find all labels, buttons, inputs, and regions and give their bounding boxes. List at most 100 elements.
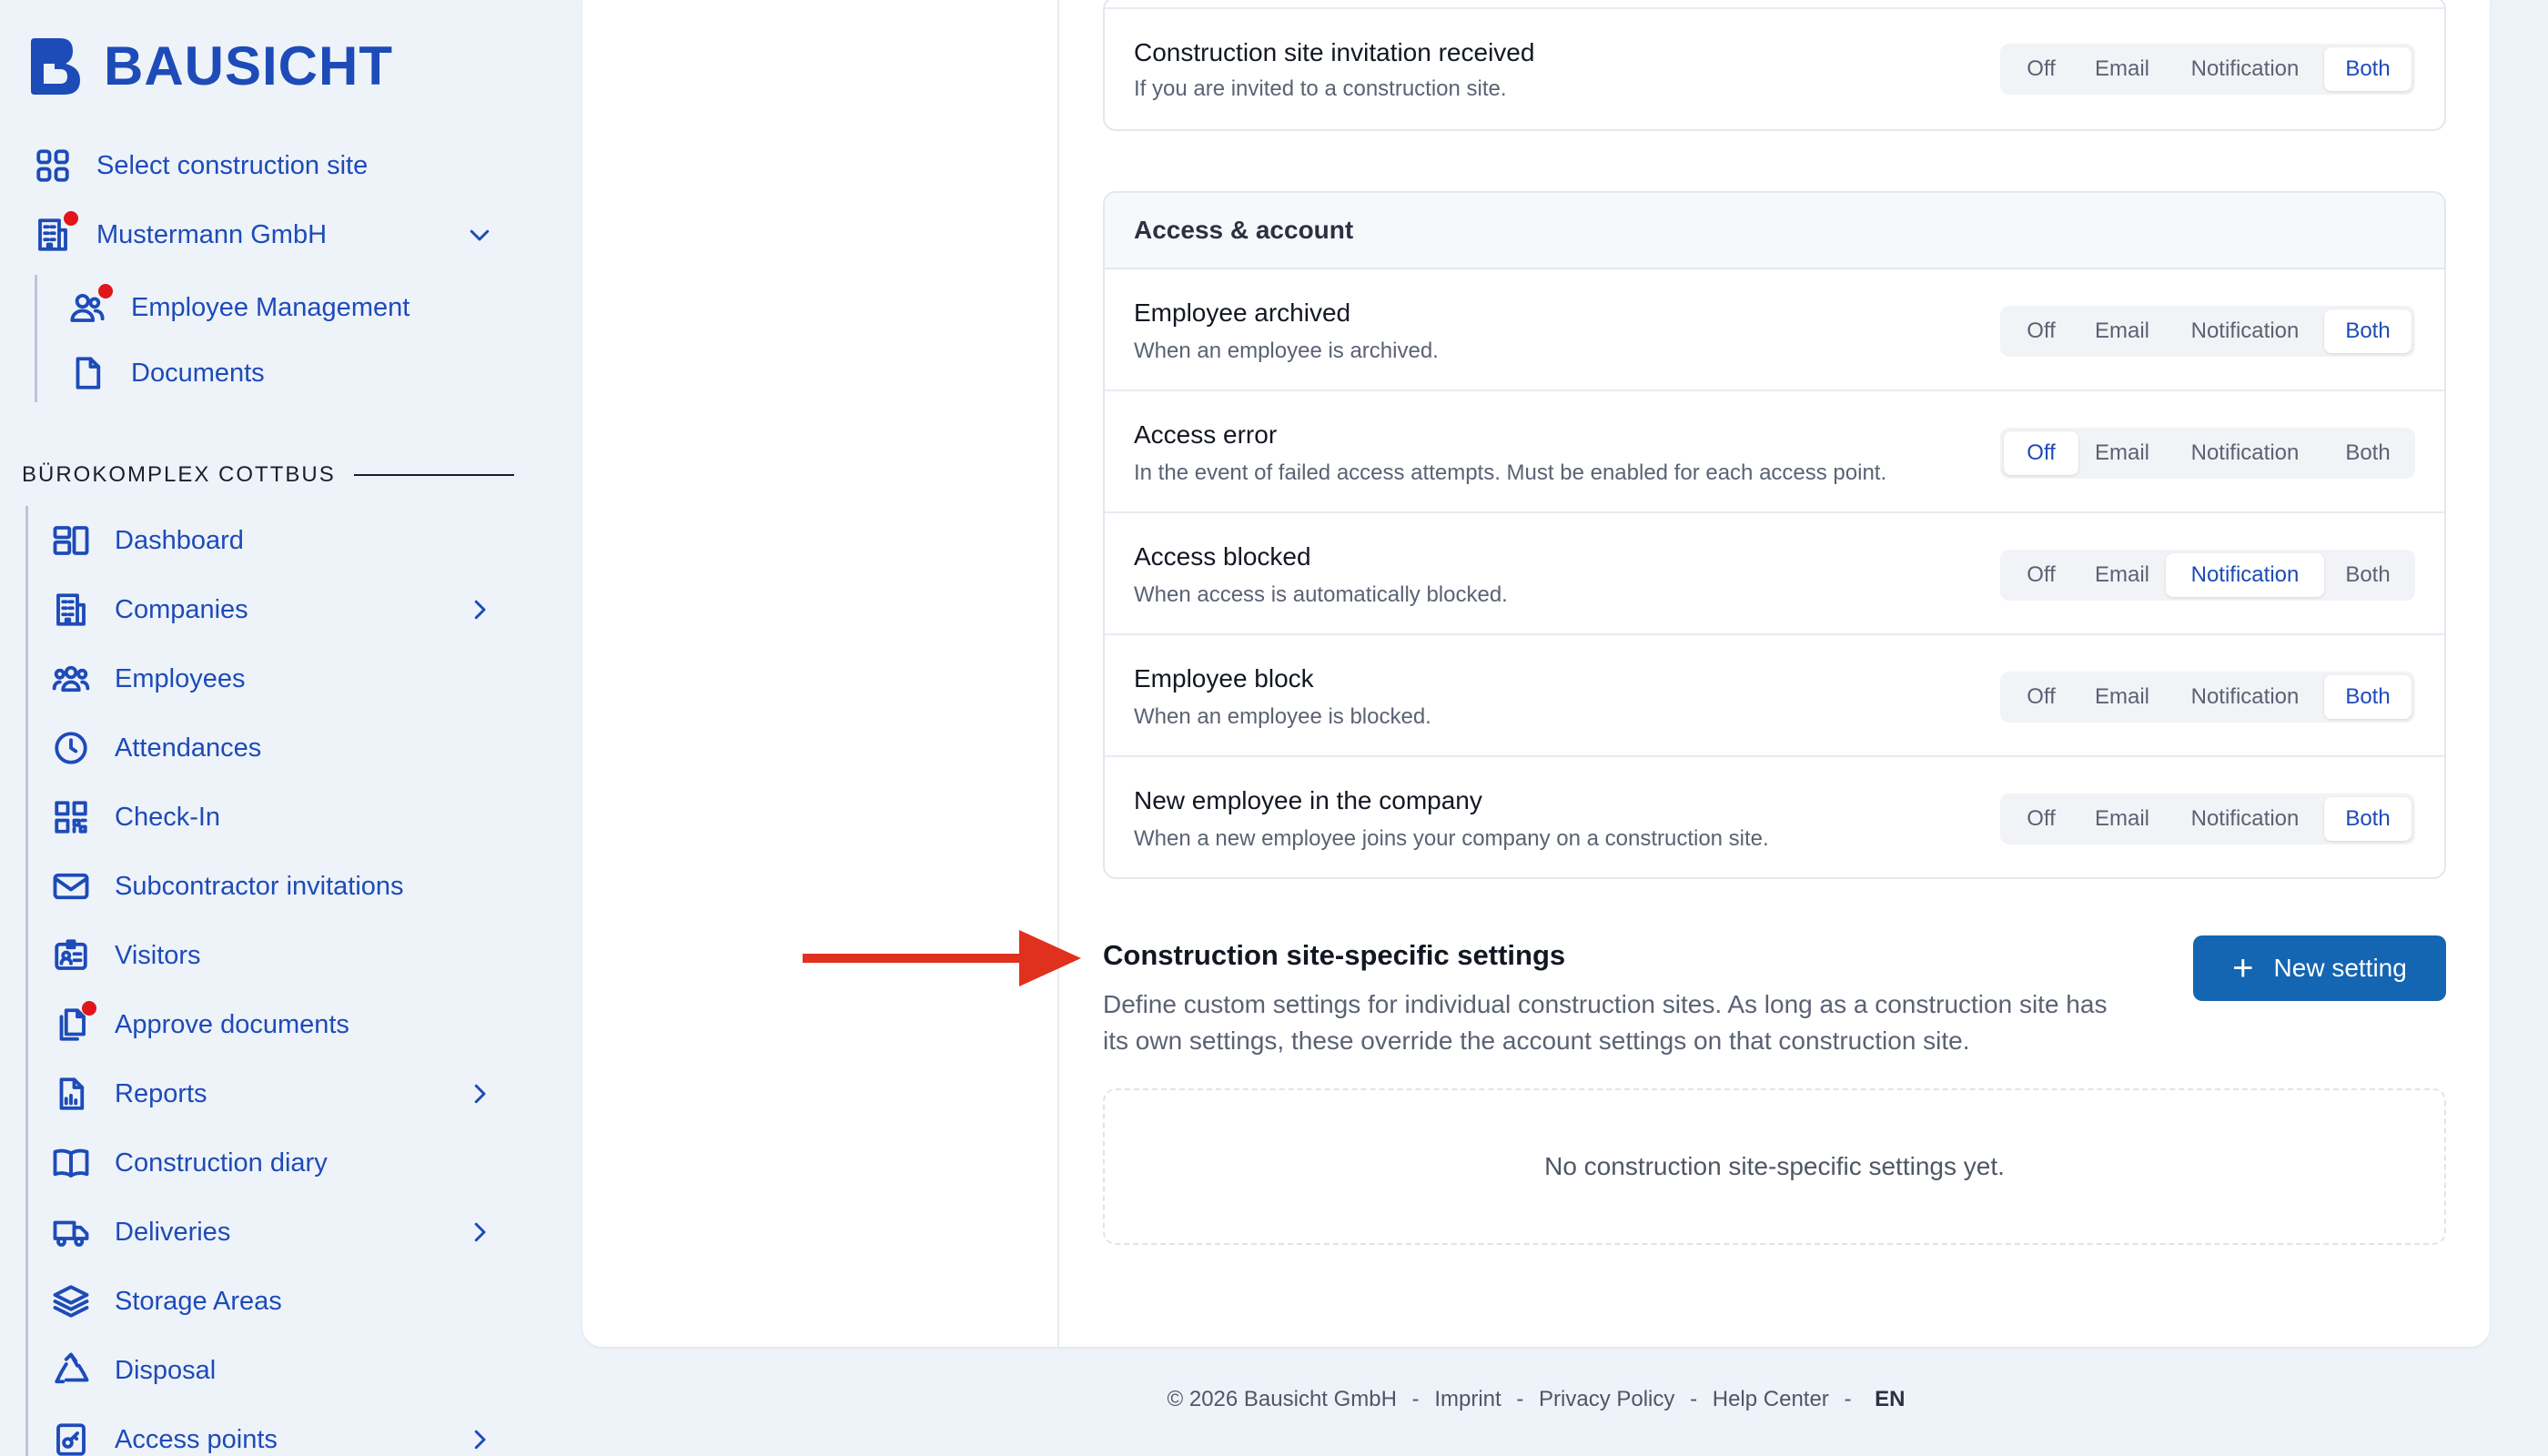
sidebar-item-disposal[interactable]: Disposal bbox=[51, 1350, 216, 1390]
chevron-right-icon[interactable] bbox=[466, 596, 493, 623]
section-description: Define custom settings for individual co… bbox=[1103, 990, 2108, 1055]
sidebar-item-construction-diary[interactable]: Construction diary bbox=[51, 1143, 328, 1183]
notification-card-sites: Construction site invitation received If… bbox=[1103, 0, 2446, 131]
arrow-annotation-icon bbox=[803, 930, 1081, 986]
chevron-right-icon[interactable] bbox=[466, 1426, 493, 1453]
sidebar-item-employee-management[interactable]: Employee Management bbox=[67, 284, 410, 328]
option-email[interactable]: Email bbox=[2078, 47, 2166, 91]
sidebar-item-select-site[interactable]: Select construction site bbox=[33, 146, 368, 186]
sidebar-item-label: Visitors bbox=[115, 940, 201, 970]
language-switcher[interactable]: EN bbox=[1875, 1387, 1905, 1411]
option-off[interactable]: Off bbox=[2004, 553, 2078, 597]
option-both[interactable]: Both bbox=[2324, 675, 2412, 719]
sidebar-item-label: Mustermann GmbH bbox=[96, 219, 328, 249]
sidebar-item-documents[interactable]: Documents bbox=[67, 353, 265, 393]
option-both[interactable]: Both bbox=[2324, 553, 2412, 597]
footer: © 2026 Bausicht GmbH - Imprint - Privacy… bbox=[582, 1387, 2490, 1412]
option-both[interactable]: Both bbox=[2324, 797, 2412, 841]
option-both[interactable]: Both bbox=[2324, 431, 2412, 475]
sidebar-item-employees[interactable]: Employees bbox=[51, 659, 245, 699]
visitor-badge-icon bbox=[51, 935, 91, 976]
option-off[interactable]: Off bbox=[2004, 431, 2078, 475]
sidebar-item-companies[interactable]: Companies bbox=[51, 590, 497, 630]
footer-separator: - bbox=[1411, 1387, 1420, 1411]
column-divider bbox=[1057, 0, 1059, 1347]
grid-icon bbox=[33, 146, 73, 186]
sidebar-item-label: Subcontractor invitations bbox=[115, 871, 404, 901]
channel-selector: Off Email Notification Both bbox=[2000, 550, 2415, 601]
access-rows: Employee archived When an employee is ar… bbox=[1105, 269, 2444, 877]
option-notification[interactable]: Notification bbox=[2166, 553, 2324, 597]
sidebar-item-storage-areas[interactable]: Storage Areas bbox=[51, 1281, 282, 1321]
setting-title: Employee block bbox=[1134, 664, 1314, 693]
setting-row: Access blocked When access is automatica… bbox=[1105, 513, 2444, 635]
notification-badge bbox=[64, 211, 78, 226]
plus-icon: + bbox=[2232, 948, 2254, 988]
option-email[interactable]: Email bbox=[2078, 675, 2166, 719]
footer-link-help[interactable]: Help Center bbox=[1713, 1387, 1829, 1411]
option-off[interactable]: Off bbox=[2004, 309, 2078, 353]
notification-badge bbox=[98, 284, 113, 298]
chevron-down-icon[interactable] bbox=[466, 221, 493, 248]
new-setting-button[interactable]: + New setting bbox=[2193, 935, 2446, 1001]
option-email[interactable]: Email bbox=[2078, 553, 2166, 597]
chevron-right-icon[interactable] bbox=[466, 1080, 493, 1107]
building-icon bbox=[33, 211, 78, 255]
sidebar-item-attendances[interactable]: Attendances bbox=[51, 728, 261, 768]
brand-name: BAUSICHT bbox=[104, 35, 393, 96]
option-both[interactable]: Both bbox=[2324, 47, 2412, 91]
mail-icon bbox=[51, 866, 91, 906]
footer-link-privacy[interactable]: Privacy Policy bbox=[1539, 1387, 1674, 1411]
sidebar-item-label: Storage Areas bbox=[115, 1286, 282, 1316]
sidebar-item-check-in[interactable]: Check-In bbox=[51, 797, 220, 837]
footer-link-imprint[interactable]: Imprint bbox=[1434, 1387, 1501, 1411]
sidebar-item-label: Disposal bbox=[115, 1355, 217, 1385]
sidebar-item-subcontractor-invitations[interactable]: Subcontractor invitations bbox=[51, 866, 404, 906]
setting-row: Employee archived When an employee is ar… bbox=[1105, 269, 2444, 391]
sidebar-item-label: Documents bbox=[131, 358, 265, 388]
option-notification[interactable]: Notification bbox=[2166, 797, 2324, 841]
footer-separator: - bbox=[1690, 1387, 1698, 1411]
option-notification[interactable]: Notification bbox=[2166, 47, 2324, 91]
chevron-right-icon[interactable] bbox=[466, 1218, 493, 1246]
recycle-icon bbox=[51, 1350, 91, 1390]
sidebar-item-company[interactable]: Mustermann GmbH bbox=[33, 211, 497, 255]
card-title: Access & account bbox=[1105, 193, 2444, 269]
setting-row-invitation: Construction site invitation received If… bbox=[1105, 7, 2444, 129]
sidebar-item-dashboard[interactable]: Dashboard bbox=[51, 521, 244, 561]
sidebar-item-label: Access points bbox=[115, 1424, 278, 1454]
sidebar-item-label: Construction diary bbox=[115, 1148, 328, 1178]
truck-icon bbox=[51, 1212, 91, 1252]
setting-title: Employee archived bbox=[1134, 298, 1351, 327]
channel-selector: Off Email Notification Both bbox=[2000, 794, 2415, 844]
channel-selector: Off Email Notification Both bbox=[2000, 672, 2415, 723]
section-title: BÜROKOMPLEX COTTBUS bbox=[22, 462, 514, 488]
users-icon bbox=[67, 284, 113, 328]
document-icon bbox=[67, 353, 107, 393]
option-off[interactable]: Off bbox=[2004, 47, 2078, 91]
footer-copyright: © 2026 Bausicht GmbH bbox=[1167, 1387, 1397, 1411]
logo[interactable]: BAUSICHT bbox=[27, 35, 393, 97]
option-notification[interactable]: Notification bbox=[2166, 431, 2324, 475]
option-off[interactable]: Off bbox=[2004, 797, 2078, 841]
sidebar-item-label: Companies bbox=[115, 594, 248, 624]
sidebar-item-deliveries[interactable]: Deliveries bbox=[51, 1212, 497, 1252]
option-notification[interactable]: Notification bbox=[2166, 675, 2324, 719]
option-email[interactable]: Email bbox=[2078, 431, 2166, 475]
qr-code-icon bbox=[51, 797, 91, 837]
option-email[interactable]: Email bbox=[2078, 309, 2166, 353]
footer-separator: - bbox=[1844, 1387, 1852, 1411]
setting-title: Access blocked bbox=[1134, 542, 1311, 571]
option-email[interactable]: Email bbox=[2078, 797, 2166, 841]
sidebar-item-approve-documents[interactable]: Approve documents bbox=[51, 1001, 349, 1045]
sidebar-item-reports[interactable]: Reports bbox=[51, 1074, 497, 1114]
sidebar-item-visitors[interactable]: Visitors bbox=[51, 935, 201, 976]
setting-description: In the event of failed access attempts. … bbox=[1134, 460, 1887, 485]
main-content: Construction site invitation received If… bbox=[582, 0, 2490, 1347]
option-both[interactable]: Both bbox=[2324, 309, 2412, 353]
sidebar-item-label: Select construction site bbox=[96, 150, 369, 180]
channel-selector: Off Email Notification Both bbox=[2000, 428, 2415, 479]
option-notification[interactable]: Notification bbox=[2166, 309, 2324, 353]
sidebar-item-access-points[interactable]: Access points bbox=[51, 1420, 497, 1456]
option-off[interactable]: Off bbox=[2004, 675, 2078, 719]
